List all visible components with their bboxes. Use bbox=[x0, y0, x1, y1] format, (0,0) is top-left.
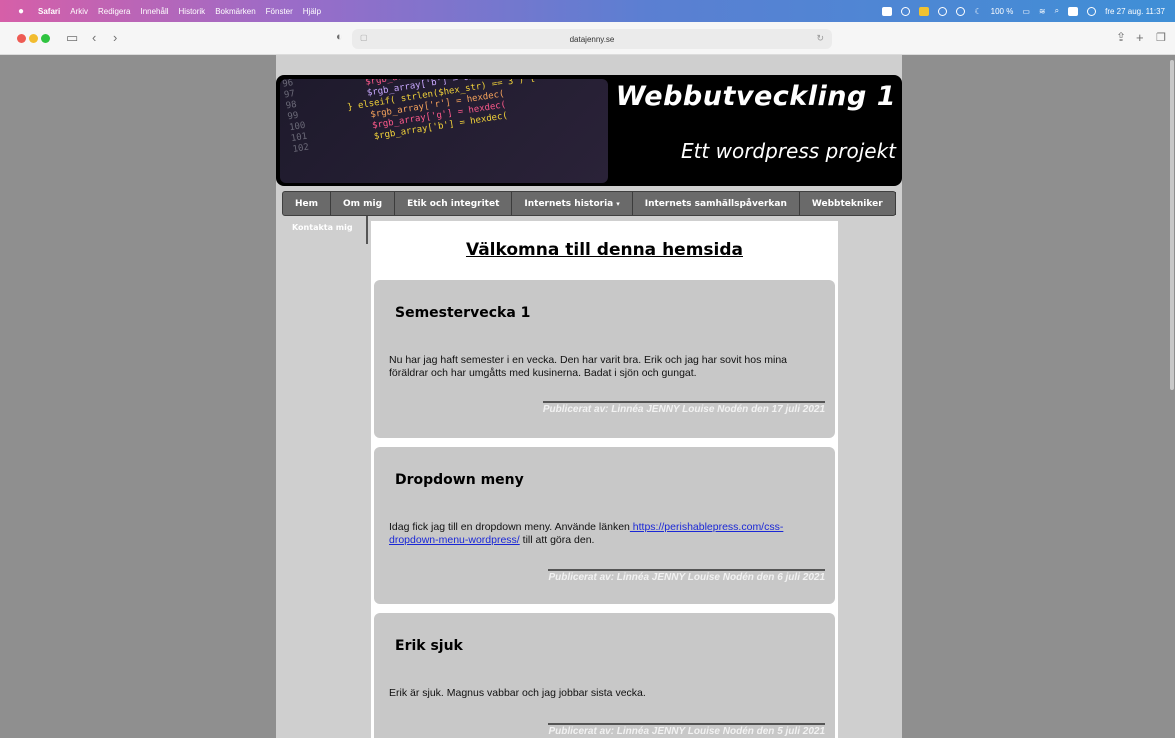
battery-icon[interactable]: ▭ bbox=[1022, 7, 1030, 16]
menu-historik[interactable]: Historik bbox=[179, 7, 206, 16]
page-scrollbar[interactable] bbox=[1170, 60, 1174, 390]
battery-percent[interactable]: 100 % bbox=[991, 7, 1014, 16]
site-title[interactable]: Webbutveckling 1 bbox=[616, 81, 896, 112]
nav-item-internets-historia[interactable]: Internets historia ▾ bbox=[512, 192, 633, 215]
post-meta: Publicerat av: Linnéa JENNY Louise Nodén… bbox=[542, 401, 825, 415]
status-sync-icon[interactable] bbox=[901, 6, 911, 16]
nav-label: Webbtekniker bbox=[811, 198, 883, 209]
menu-arkiv[interactable]: Arkiv bbox=[70, 7, 88, 16]
status-notes-icon[interactable] bbox=[919, 6, 930, 16]
reload-icon[interactable]: ↻ bbox=[816, 33, 824, 44]
sidebar-icon[interactable]: ▭ bbox=[66, 30, 78, 46]
page-icon: ▢ bbox=[360, 33, 368, 42]
safari-toolbar: ▭ ‹ › ◐ ▢ datajenny.se ↻ ⇪ + ❐ bbox=[0, 22, 1175, 55]
nav-item-samhallspaverkan[interactable]: Internets samhällspåverkan bbox=[633, 192, 800, 215]
nav-label: Om mig bbox=[343, 198, 383, 209]
moon-icon[interactable]: ☾ bbox=[974, 7, 981, 16]
nav-item-webbtekniker[interactable]: Webbtekniker bbox=[800, 192, 896, 215]
site-wrapper: 95 $color_val = hexdec($hex_str);96 $rgb… bbox=[276, 55, 902, 738]
menu-bokmarken[interactable]: Bokmärken bbox=[215, 7, 255, 16]
post-meta: Publicerat av: Linnéa JENNY Louise Nodén… bbox=[548, 723, 825, 737]
new-tab-icon[interactable]: + bbox=[1136, 30, 1144, 45]
nav-item-etik[interactable]: Etik och integritet bbox=[395, 192, 513, 215]
menu-redigera[interactable]: Redigera bbox=[98, 7, 130, 16]
nav-item-om-mig[interactable]: Om mig bbox=[331, 192, 396, 215]
nav-label: Internets samhällspåverkan bbox=[644, 198, 787, 209]
main-content: Välkomna till denna hemsida Semesterveck… bbox=[371, 221, 838, 738]
post-meta: Publicerat av: Linnéa JENNY Louise Nodén… bbox=[548, 569, 825, 583]
back-icon[interactable]: ‹ bbox=[92, 30, 96, 45]
control-center-icon[interactable] bbox=[1068, 6, 1079, 16]
post-card: Semestervecka 1 Nu har jag haft semester… bbox=[374, 280, 835, 438]
menu-safari[interactable]: Safari bbox=[38, 7, 60, 16]
menu-innehall[interactable]: Innehåll bbox=[140, 7, 168, 16]
post-body-text: till att göra den. bbox=[519, 534, 595, 546]
site-subtitle: Ett wordpress projekt bbox=[680, 139, 896, 163]
wifi-icon[interactable]: ≋ bbox=[1039, 7, 1046, 16]
apple-menu-icon[interactable]: ● bbox=[14, 6, 28, 17]
nav-item-hem[interactable]: Hem bbox=[283, 192, 332, 215]
search-icon[interactable]: ⌕ bbox=[1055, 6, 1059, 16]
status-app-icon[interactable] bbox=[882, 6, 893, 16]
zoom-window-button[interactable] bbox=[41, 34, 50, 43]
macos-menubar: ● Safari Arkiv Redigera Innehåll Histori… bbox=[0, 0, 1175, 22]
forward-icon[interactable]: › bbox=[113, 30, 117, 45]
post-card: Erik sjuk Erik är sjuk. Magnus vabbar oc… bbox=[374, 613, 835, 738]
nav-label: Internets historia bbox=[524, 198, 614, 209]
page-title: Välkomna till denna hemsida bbox=[465, 240, 743, 260]
post-card: Dropdown meny Idag fick jag till en drop… bbox=[374, 447, 835, 604]
share-icon[interactable]: ⇪ bbox=[1116, 30, 1126, 44]
post-title[interactable]: Dropdown meny bbox=[395, 472, 524, 488]
privacy-shield-icon[interactable]: ◐ bbox=[336, 31, 343, 43]
status-vpn-icon[interactable] bbox=[956, 6, 966, 16]
post-body: Erik är sjuk. Magnus vabbar och jag jobb… bbox=[389, 687, 646, 699]
menu-hjalp[interactable]: Hjälp bbox=[303, 7, 321, 16]
status-circle-icon[interactable] bbox=[938, 6, 948, 16]
post-title[interactable]: Erik sjuk bbox=[395, 638, 463, 654]
tab-overview-icon[interactable]: ❐ bbox=[1156, 31, 1166, 44]
url-text: datajenny.se bbox=[569, 34, 615, 44]
main-navigation: Hem Om mig Etik och integritet Internets… bbox=[282, 191, 896, 216]
minimize-window-button[interactable] bbox=[29, 34, 38, 43]
menu-fonster[interactable]: Fönster bbox=[266, 7, 293, 16]
address-bar[interactable]: ▢ datajenny.se ↻ bbox=[352, 29, 832, 49]
post-title[interactable]: Semestervecka 1 bbox=[395, 305, 530, 321]
close-window-button[interactable] bbox=[17, 34, 26, 43]
chevron-down-icon: ▾ bbox=[616, 199, 620, 208]
nav-label: Etik och integritet bbox=[407, 198, 500, 209]
post-body: Nu har jag haft semester i en vecka. Den… bbox=[389, 354, 788, 379]
post-body-text: Idag fick jag till en dropdown meny. Anv… bbox=[389, 521, 630, 533]
nav-label: Hem bbox=[295, 198, 319, 209]
status-area: ☾ 100 % ▭ ≋ ⌕ fre 27 aug. 11:37 bbox=[882, 0, 1165, 22]
header-code-image: 95 $color_val = hexdec($hex_str);96 $rgb… bbox=[280, 79, 608, 183]
post-body: Idag fick jag till en dropdown meny. Anv… bbox=[389, 521, 819, 547]
clock[interactable]: fre 27 aug. 11:37 bbox=[1105, 7, 1165, 16]
site-header: 95 $color_val = hexdec($hex_str);96 $rgb… bbox=[276, 75, 902, 186]
siri-icon[interactable] bbox=[1087, 6, 1097, 16]
nav-item-kontakta-mig[interactable]: Kontakta mig bbox=[282, 216, 368, 244]
